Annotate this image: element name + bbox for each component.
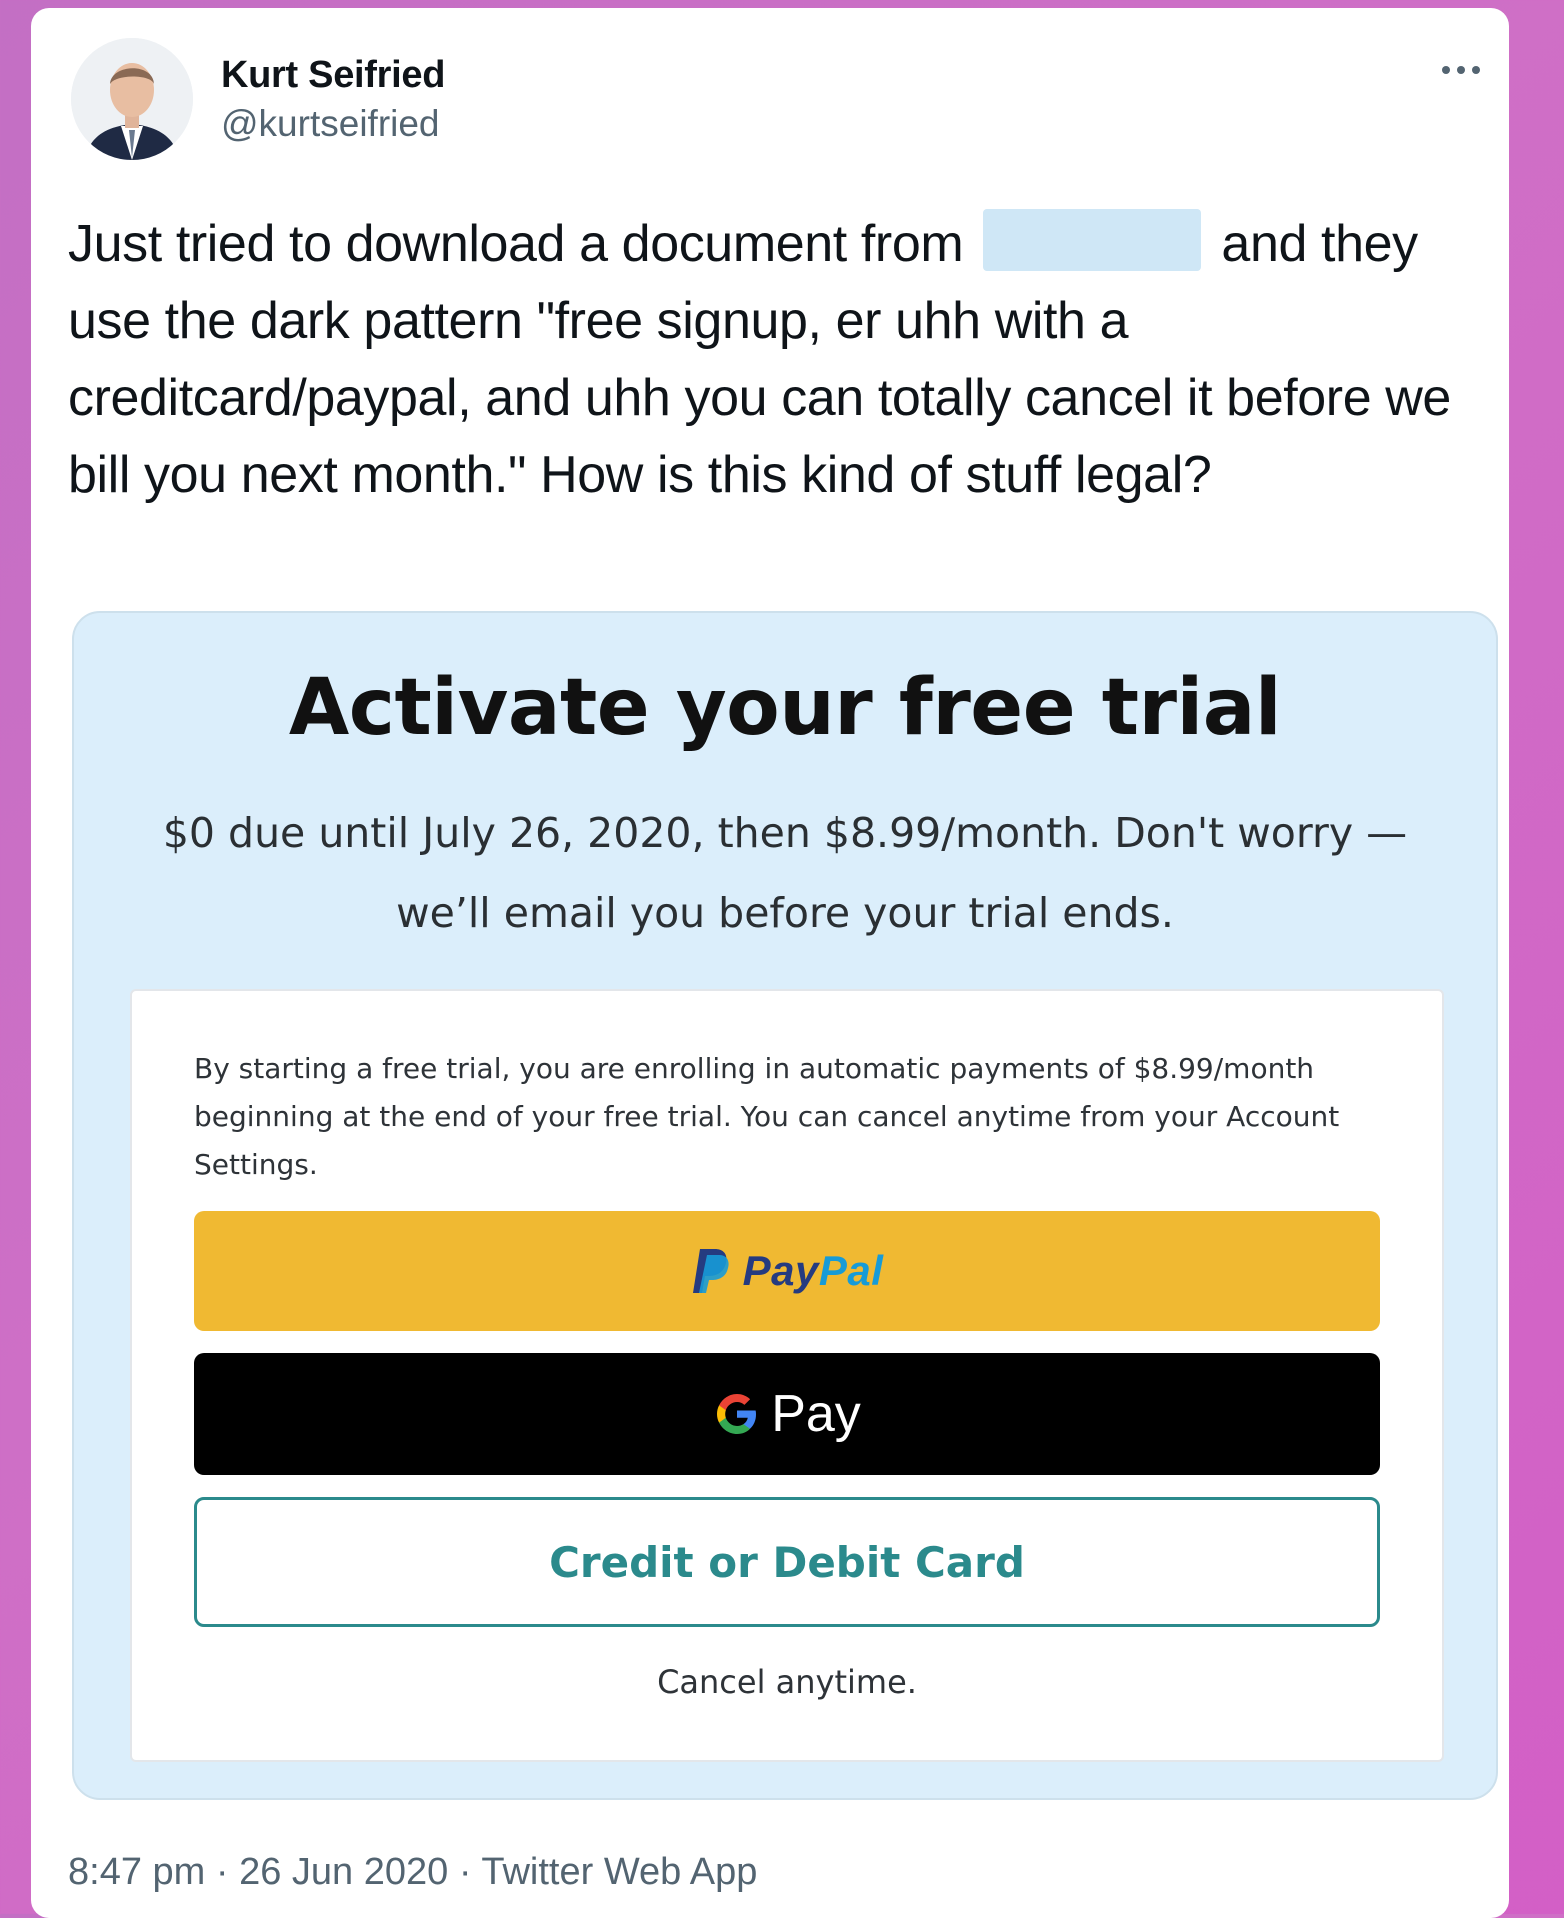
meta-separator: · xyxy=(205,1851,240,1893)
author-name[interactable]: Kurt Seifried xyxy=(221,54,445,97)
google-pay-button[interactable]: Pay xyxy=(194,1353,1380,1475)
paypal-label-pay: Pay xyxy=(742,1247,819,1294)
tweet-card: Kurt Seifried @kurtseifried Just tried t… xyxy=(31,8,1509,1918)
more-horizontal-icon xyxy=(1442,66,1480,74)
tweet-text: Just tried to download a document from a… xyxy=(68,206,1468,514)
cancel-anytime-note: Cancel anytime. xyxy=(657,1663,917,1701)
more-options-button[interactable] xyxy=(1433,50,1489,90)
tweet-text-before: Just tried to download a document from xyxy=(68,215,964,273)
meta-separator: · xyxy=(448,1851,482,1893)
google-g-icon xyxy=(717,1394,757,1434)
credit-card-label: Credit or Debit Card xyxy=(549,1537,1025,1587)
trial-title: Activate your free trial xyxy=(288,663,1282,753)
auto-payment-disclaimer: By starting a free trial, you are enroll… xyxy=(194,1052,1340,1181)
avatar[interactable] xyxy=(71,38,193,160)
trial-subtitle: $0 due until July 26, 2020, then $8.99/m… xyxy=(162,809,1408,937)
redacted-site-name xyxy=(983,209,1202,271)
paypal-label-pal: Pal xyxy=(818,1247,884,1294)
paypal-button[interactable]: PayPal xyxy=(194,1211,1380,1331)
google-pay-label: Pay xyxy=(771,1385,861,1443)
profile-photo xyxy=(71,38,193,160)
paypal-label: PayPal xyxy=(743,1247,884,1295)
credit-card-button[interactable]: Credit or Debit Card xyxy=(194,1497,1380,1627)
tweet-date[interactable]: 26 Jun 2020 xyxy=(239,1851,448,1893)
payment-panel: By starting a free trial, you are enroll… xyxy=(130,989,1444,1762)
tweet-source[interactable]: Twitter Web App xyxy=(481,1851,757,1893)
tweet-meta: 8:47 pm · 26 Jun 2020 · Twitter Web App xyxy=(68,1851,757,1894)
attached-screenshot[interactable]: Activate your free trial $0 due until Ju… xyxy=(72,611,1498,1800)
tweet-time[interactable]: 8:47 pm xyxy=(68,1851,205,1893)
paypal-icon xyxy=(692,1249,729,1293)
author-handle[interactable]: @kurtseifried xyxy=(221,103,440,145)
